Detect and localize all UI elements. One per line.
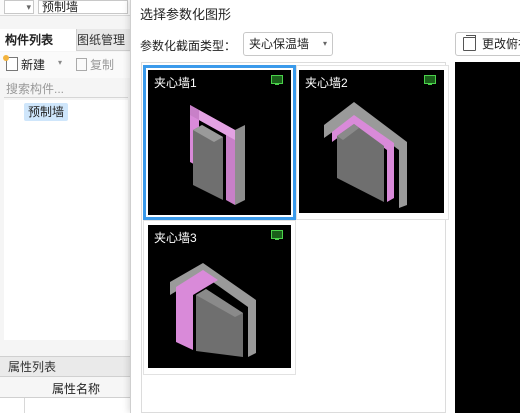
new-button-label: 新建 [21,58,46,72]
shape-thumbnail: 夹心墙1 [148,70,291,215]
new-dropdown-arrow[interactable]: ▾ [58,58,62,67]
new-file-icon [3,55,18,71]
shape-option-1[interactable]: 夹心墙1 [143,65,296,220]
component-tree: 预制墙 [4,100,128,340]
chevron-down-icon: ▾ [322,39,327,48]
properties-header: 属性名称 [0,376,132,398]
wall-3d-preview [324,102,407,208]
section-type-label: 参数化截面类型： [140,39,237,53]
section-type-select[interactable]: 夹心保温墙 ▾ [243,32,333,56]
component-type-select[interactable]: 预制墙 [38,0,128,14]
parametric-shape-dialog: 选择参数化图形 参数化截面类型： 夹心保温墙 ▾ 更改俯视图 夹心墙1 [130,0,520,413]
shape-gallery: 夹心墙1 夹心墙2 夹心墙3 [141,62,449,413]
shape-thumbnail: 夹心墙3 [148,225,291,368]
tree-item-prefab-wall[interactable]: 预制墙 [24,103,69,121]
wall-3d-preview [170,263,256,357]
properties-row [0,398,132,413]
copy-button-label: 复制 [90,58,115,72]
section-type-value: 夹心保温墙 [249,37,310,51]
shape-option-3[interactable]: 夹心墙3 [143,220,296,375]
tab-drawing-management[interactable]: 图纸管理 [72,29,130,51]
shape-option-2[interactable]: 夹心墙2 [296,65,449,220]
property-name-column: 属性名称 [52,382,101,396]
component-type-bar: ▾ 预制墙 [0,0,132,16]
component-toolbar: 新建 ▾ 复制 [0,52,132,78]
properties-title: 属性列表 [0,356,132,376]
panel-tabs: 构件列表 图纸管理 [0,29,132,51]
change-top-view-label: 更改俯视图 [482,37,520,51]
new-button[interactable]: 新建 [3,55,46,73]
top-view-preview [455,62,520,413]
copy-icon [76,58,87,71]
copy-button[interactable]: 复制 [76,57,114,73]
change-top-view-button[interactable]: 更改俯视图 [455,32,520,56]
cube-icon [463,35,476,51]
tab-component-list[interactable]: 构件列表 [0,29,77,51]
component-search-input[interactable]: 搜索构件... [4,80,128,98]
category-dropdown[interactable]: ▾ [4,0,34,14]
wall-3d-preview [190,105,245,205]
dialog-title: 选择参数化图形 [140,7,232,22]
shape-thumbnail: 夹心墙2 [299,70,444,213]
